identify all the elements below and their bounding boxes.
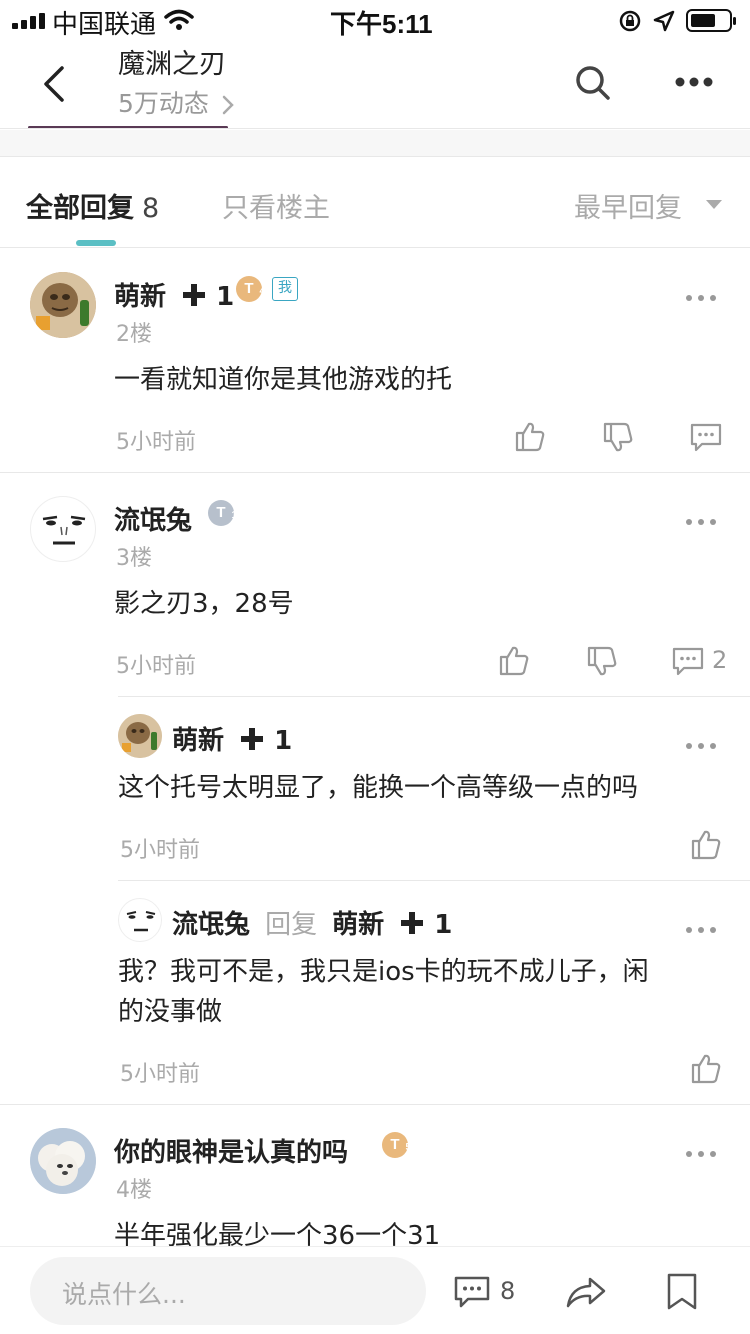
author-suffix: 1 [216,282,235,312]
tab-all-count: 8 [142,193,160,224]
plus-icon [401,912,424,934]
bookmark-button[interactable] [666,1273,698,1311]
battery-icon [686,9,736,32]
reply-text: 这个托号太明显了，能换一个高等级一点的吗 [118,773,639,803]
avatar-image [30,1128,96,1194]
dislike-button[interactable] [602,422,634,454]
search-button[interactable] [574,64,612,102]
avatar[interactable] [30,496,96,562]
reply-time: 5小时前 [120,838,200,863]
signal-icon [12,13,45,29]
sort-label: 最早回复 [574,193,682,224]
reply-to-suffix: 1 [434,910,453,940]
author-suffix: 1 [274,726,293,756]
comment-time: 5小时前 [116,430,196,455]
comment-total: 8 [500,1277,516,1305]
comment-divider [0,1104,750,1105]
avatar[interactable] [118,898,162,942]
caret-down-icon [706,200,722,209]
author-name: 萌新 [114,282,167,312]
carrier-label: 中国联通 [52,9,157,39]
reply-more-button[interactable] [686,742,716,750]
me-badge: 我 [272,277,298,301]
like-button[interactable] [690,1052,722,1084]
comment-more-button[interactable] [686,1150,716,1158]
avatar[interactable] [30,272,96,338]
tabs-divider [0,247,750,248]
comment-author[interactable]: 萌新 1 [114,276,234,313]
avatar[interactable] [118,714,162,758]
level-badge: T4 [236,276,265,302]
comment-text: 影之刃3，28号 [114,589,294,619]
tab-all-replies[interactable]: 全部回复 8 [26,186,159,225]
author-name[interactable]: 流氓兔 [172,910,250,940]
avatar[interactable] [30,1128,96,1194]
avatar-image [126,911,156,932]
plus-icon [183,284,206,306]
reply-time: 5小时前 [120,1062,200,1087]
comment-divider [0,472,750,473]
comment-time: 5小时前 [116,654,196,679]
back-button[interactable] [40,64,68,104]
status-bar: 中国联通 下午5:11 [0,0,750,40]
comment-more-button[interactable] [686,518,716,526]
sort-dropdown[interactable]: 最早回复 [574,186,682,225]
reply-divider [118,880,750,881]
like-button[interactable] [498,644,530,676]
active-tab-indicator [76,240,116,246]
dislike-button[interactable] [586,646,618,678]
comment-input-placeholder: 说点什么... [62,1280,186,1309]
share-button[interactable] [566,1275,606,1309]
comment-input[interactable]: 说点什么... [30,1257,426,1325]
floor-number: 2楼 [116,322,152,347]
section-gap [0,130,750,156]
reply-to-name[interactable]: 萌新 [332,910,384,940]
section-divider [0,156,750,157]
level-number: 1 [231,510,237,521]
floor-number: 3楼 [116,546,152,571]
comment-text: 一看就知道你是其他游戏的托 [114,365,453,395]
reply-button[interactable] [672,646,704,676]
reply-more-button[interactable] [686,926,716,934]
clock: 下午5:11 [330,9,433,39]
level-number: 5 [405,1142,411,1153]
reply-text-line-1: 我？我可不是，我只是ios卡的玩不成儿子，闲 [118,957,649,987]
like-button[interactable] [514,420,546,452]
avatar-image [30,272,96,338]
level-badge: T1 [208,500,237,526]
nav-bar: 魔渊之刃 5万动态 [0,40,750,126]
topic-stats-link[interactable]: 5万动态 [118,84,235,120]
chevron-right-icon [222,95,234,115]
tab-all-label: 全部回复 [26,193,134,224]
avatar-image [118,714,162,758]
reply-button[interactable] [690,422,722,452]
comments-button[interactable] [454,1275,490,1309]
reply-text-line-2: 的没事做 [118,997,223,1027]
author-name: 萌新 [172,726,225,756]
reply-author-line: 流氓兔 回复 萌新 1 [172,904,452,941]
floor-number: 4楼 [116,1178,152,1203]
comment-author[interactable]: 流氓兔 [114,500,192,537]
like-button[interactable] [690,828,722,860]
level-badge: T5 [382,1132,411,1158]
topic-stats-label: 5万动态 [118,89,209,118]
comment-author[interactable]: 你的眼神是认真的吗 [114,1132,348,1169]
comment-more-button[interactable] [686,294,716,302]
reply-author[interactable]: 萌新 1 [172,720,292,757]
more-options-button[interactable] [674,76,714,88]
reply-count: 2 [712,646,728,674]
reply-word: 回复 [265,910,318,940]
page-title: 魔渊之刃 [118,49,226,80]
plus-icon [241,728,264,750]
wifi-icon [164,9,194,30]
level-number: 4 [259,286,265,297]
avatar-image [42,515,86,545]
nav-divider [0,128,750,129]
rotation-lock-icon [619,10,641,32]
location-icon [653,10,675,32]
tab-owner-only[interactable]: 只看楼主 [222,186,330,225]
bottom-bar: 说点什么... 8 [0,1246,750,1334]
reply-divider [118,696,750,697]
